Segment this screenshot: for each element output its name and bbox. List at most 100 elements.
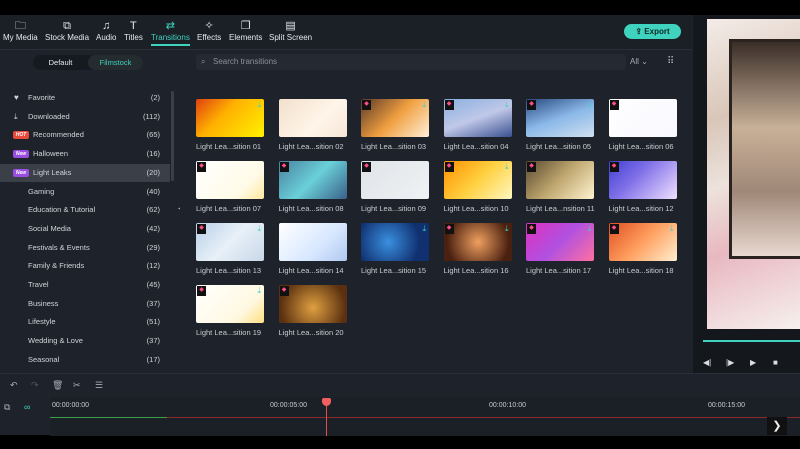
transitions-panel: ⌕ Search transitions All ⌄ ⠿ ⤓ Light Lea..… [180, 51, 692, 373]
category-family-friends[interactable]: Family & Friends (12) [0, 257, 170, 275]
stop-icon[interactable]: ■ [773, 358, 778, 367]
category-recommended[interactable]: HOT Recommended (65) [0, 126, 170, 144]
category-gaming[interactable]: Gaming (40) [0, 183, 170, 201]
transition-thumbnail[interactable]: ◆ [278, 161, 347, 199]
library-toggle: Default Filmstock [33, 55, 143, 70]
search-input[interactable]: ⌕ Search transitions [196, 54, 626, 70]
category-halloween[interactable]: New Halloween (16) [0, 145, 170, 163]
grid-view-icon[interactable]: ⠿ [667, 54, 674, 70]
category-education-tutorial[interactable]: Education & Tutorial (62) [0, 201, 170, 219]
premium-gem-icon: ◆ [197, 224, 206, 234]
export-icon: ⇪ [635, 27, 645, 36]
download-icon[interactable]: ⤓ [422, 224, 426, 234]
download-icon[interactable]: ⤓ [670, 224, 674, 234]
category-festivals-events[interactable]: Festivals & Events (29) [0, 239, 170, 257]
transition-label: Light Lea...sition 03 [361, 142, 427, 151]
filter-dropdown[interactable]: All ⌄ [630, 54, 648, 70]
category-downloaded[interactable]: ⤓ Downloaded (112) [0, 108, 170, 126]
transition-thumbnail[interactable]: ◆ [361, 161, 429, 199]
premium-gem-icon: ◆ [609, 162, 619, 172]
category-social-media[interactable]: Social Media (42) [0, 220, 170, 238]
category-travel[interactable]: Travel (45) [0, 276, 170, 294]
download-icon[interactable]: ⤓ [587, 100, 591, 110]
transition-thumbnail[interactable]: ◆ [278, 285, 347, 323]
tab-titles[interactable]: T Titles [124, 19, 143, 42]
segment-filmstock[interactable]: Filmstock [88, 55, 143, 70]
step-back-icon[interactable]: ◀| [703, 358, 711, 367]
transition-thumbnail[interactable]: ◆ ⤓ [361, 99, 429, 137]
play-icon[interactable]: ▶ [750, 358, 756, 367]
preview-panel: ◀| |▶ ▶ ■ [693, 15, 800, 373]
download-icon[interactable]: ⤓ [257, 100, 261, 110]
delete-icon[interactable]: 🗑 [52, 380, 63, 391]
cut-icon[interactable]: ✂ [73, 380, 81, 391]
playhead[interactable] [322, 398, 331, 436]
transition-thumbnail[interactable]: ◆ ⤓ [196, 223, 264, 261]
premium-gem-icon: ◆ [279, 286, 289, 296]
premium-gem-icon: ◆ [444, 162, 454, 172]
download-icon[interactable]: ⤓ [257, 224, 261, 234]
download-icon[interactable]: ⤓ [505, 162, 509, 172]
step-forward-icon[interactable]: |▶ [726, 358, 734, 367]
preview-progress[interactable] [703, 340, 800, 342]
time-label: 00:00:00:00 [52, 402, 89, 409]
transition-thumbnail[interactable] [278, 223, 347, 261]
transition-thumbnail[interactable]: ◆ [196, 161, 264, 199]
category-light-leaks[interactable]: New Light Leaks (20) [0, 163, 170, 182]
adjust-icon[interactable]: ☰ [95, 380, 103, 391]
chevron-down-icon: ⌄ [641, 57, 648, 66]
tab-split-screen[interactable]: ▤ Split Screen [269, 19, 312, 42]
time-label: 00:00:10:00 [489, 402, 526, 409]
transition-thumbnail[interactable]: ◆ ⤓ [196, 285, 264, 323]
transition-thumbnail[interactable]: ◆ ⤓ [526, 99, 594, 137]
transition-thumbnail[interactable]: ◆ ⤓ [608, 223, 677, 261]
new-badge: New [13, 168, 29, 177]
category-favorite[interactable]: ♥ Favorite (2) [0, 89, 170, 107]
transition-thumbnail[interactable] [278, 99, 347, 137]
transition-thumbnail[interactable]: ⤓ [196, 99, 264, 137]
redo-icon[interactable]: ↷ [31, 380, 39, 391]
tab-audio[interactable]: ♫ Audio [96, 19, 116, 42]
download-icon[interactable]: ⤓ [422, 100, 426, 110]
rendered-range [50, 417, 167, 418]
premium-gem-icon: ◆ [609, 224, 619, 234]
category-seasonal[interactable]: Seasonal (17) [0, 351, 170, 369]
category-business[interactable]: Business (37) [0, 295, 170, 313]
category-lifestyle[interactable]: Lifestyle (51) [0, 313, 170, 331]
transition-thumbnail[interactable]: ◆ [608, 99, 677, 137]
tab-elements[interactable]: ❐ Elements [229, 19, 262, 42]
transition-thumbnail[interactable]: ◆ ⤓ [443, 161, 512, 199]
add-track-icon[interactable]: ⧉ [4, 402, 10, 413]
effects-icon: ✧ [204, 20, 214, 32]
download-icon[interactable]: ⤓ [505, 224, 509, 234]
tab-stock-media[interactable]: ⧉ Stock Media [45, 19, 89, 42]
segment-default[interactable]: Default [33, 55, 88, 70]
sidebar-scrollbar[interactable] [171, 91, 174, 181]
editor-window: 🗀 My Media ⧉ Stock Media ♫ Audio T Titles ⇄ Trans… [0, 15, 800, 436]
new-badge: New [13, 150, 29, 159]
hot-badge: HOT [13, 131, 29, 140]
download-icon[interactable]: ⤓ [505, 100, 509, 110]
tab-my-media[interactable]: 🗀 My Media [3, 19, 38, 42]
transition-thumbnail[interactable]: ◆ ⤓ [443, 223, 512, 261]
category-wedding-love[interactable]: Wedding & Love (37) [0, 332, 170, 350]
transition-thumbnail[interactable]: ◆ ⤓ [443, 99, 512, 137]
undo-icon[interactable]: ↶ [10, 380, 18, 391]
transition-thumbnail[interactable]: ⤓ [361, 223, 429, 261]
transition-thumbnail[interactable]: ◆ [526, 161, 594, 199]
time-ruler[interactable]: 00:00:00:00 00:00:05:00 00:00:10:00 00:0… [50, 397, 800, 436]
premium-gem-icon: ◆ [444, 224, 454, 234]
preview-frame [729, 39, 800, 259]
tab-transitions[interactable]: ⇄ Transitions [151, 19, 190, 46]
next-arrow-button[interactable]: ❯ [767, 417, 787, 435]
transition-thumbnail[interactable]: ◆ ⤓ [526, 223, 594, 261]
link-icon[interactable]: ∞ [24, 402, 30, 412]
transition-thumbnail[interactable]: ◆ [608, 161, 677, 199]
download-icon[interactable]: ⤓ [587, 224, 591, 234]
transition-label: Light Lea...sition 12 [608, 204, 674, 213]
tab-effects[interactable]: ✧ Effects [197, 19, 221, 42]
download-icon[interactable]: ⤓ [257, 286, 261, 296]
time-label: 00:00:15:00 [708, 402, 745, 409]
transition-label: Light Lea...sition 17 [526, 266, 592, 275]
export-button[interactable]: ⇪ Export [624, 24, 681, 39]
